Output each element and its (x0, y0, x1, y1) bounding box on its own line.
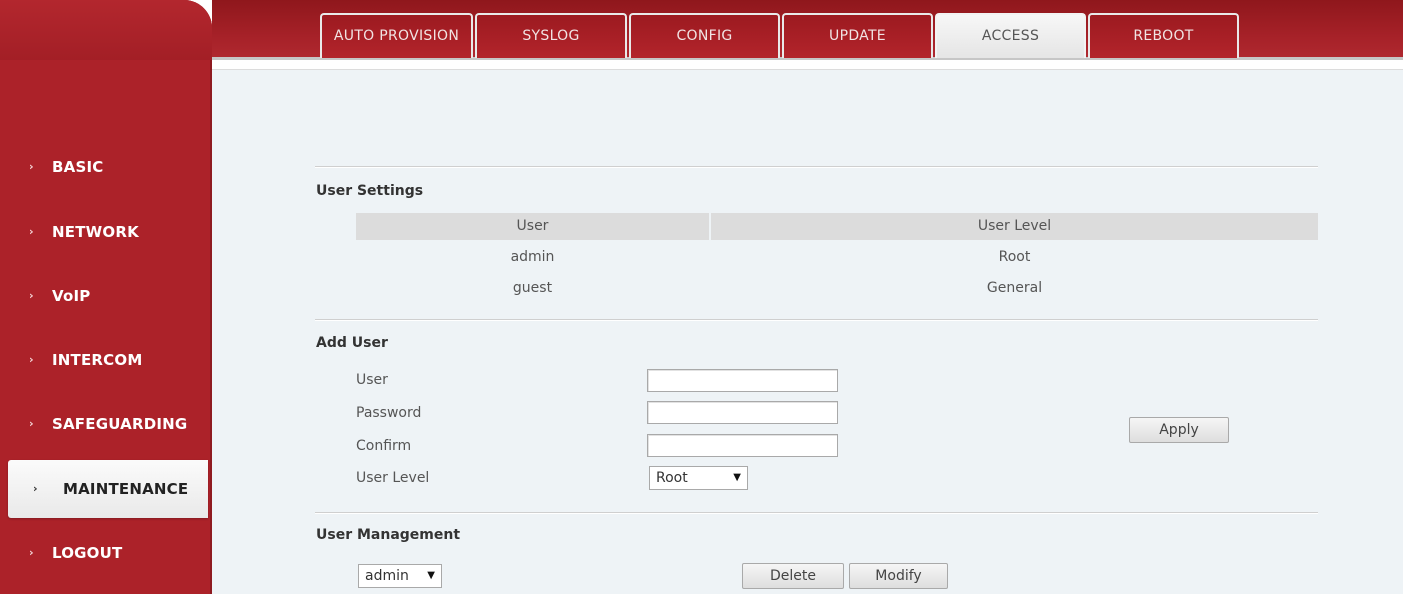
apply-button[interactable]: Apply (1129, 417, 1229, 443)
chevron-right-icon: › (29, 225, 34, 238)
user-level-selected-value: Root (656, 470, 688, 486)
tab-config[interactable]: CONFIG (629, 13, 780, 58)
table-cell-user-level: General (986, 280, 1043, 296)
dropdown-arrow-icon: ▼ (733, 472, 741, 483)
table-cell-user: admin (510, 249, 555, 265)
password-field-label: Password (356, 405, 422, 421)
tab-syslog[interactable]: SYSLOG (475, 13, 627, 58)
sidebar: › BASIC › NETWORK › VoIP › INTERCOM › SA… (0, 0, 212, 594)
user-level-field-label: User Level (356, 470, 430, 486)
user-settings-title: User Settings (316, 183, 424, 199)
user-field-label: User (356, 372, 388, 388)
sidebar-item-label: BASIC (52, 158, 104, 176)
sidebar-item-label: SAFEGUARDING (52, 415, 188, 433)
sidebar-item-network[interactable]: › NETWORK (0, 212, 208, 252)
user-management-select[interactable]: admin ▼ (358, 564, 442, 588)
modify-button[interactable]: Modify (849, 563, 948, 589)
chevron-right-icon: › (29, 353, 34, 366)
sidebar-item-label: MAINTENANCE (63, 480, 189, 498)
divider (315, 512, 1318, 514)
chevron-right-icon: › (29, 289, 34, 302)
password-input[interactable] (647, 401, 838, 424)
column-header-user: User (356, 213, 709, 240)
table-cell-user: guest (512, 280, 553, 296)
tab-update[interactable]: UPDATE (782, 13, 933, 58)
chevron-right-icon: › (29, 160, 34, 173)
sidebar-item-logout[interactable]: › LOGOUT (0, 533, 208, 573)
sidebar-item-safeguarding[interactable]: › SAFEGUARDING (0, 404, 208, 444)
table-cell-user-level: Root (998, 249, 1031, 265)
tab-reboot[interactable]: REBOOT (1088, 13, 1239, 58)
user-level-select[interactable]: Root ▼ (649, 466, 748, 490)
divider (315, 319, 1318, 321)
sidebar-item-intercom[interactable]: › INTERCOM (0, 340, 208, 380)
sidebar-item-label: VoIP (52, 287, 91, 305)
sidebar-item-label: LOGOUT (52, 544, 123, 562)
chevron-right-icon: › (29, 546, 34, 559)
delete-button[interactable]: Delete (742, 563, 844, 589)
sidebar-item-basic[interactable]: › BASIC (0, 147, 208, 187)
dropdown-arrow-icon: ▼ (427, 570, 435, 581)
chevron-right-icon: › (29, 417, 34, 430)
divider (315, 166, 1318, 168)
sidebar-item-voip[interactable]: › VoIP (0, 276, 208, 316)
sidebar-item-maintenance[interactable]: › MAINTENANCE (8, 460, 208, 518)
chevron-right-icon: › (33, 482, 38, 495)
content-panel (212, 69, 1403, 594)
add-user-title: Add User (316, 335, 388, 351)
user-input[interactable] (647, 369, 838, 392)
tab-auto-provision[interactable]: AUTO PROVISION (320, 13, 473, 58)
user-management-selected-value: admin (365, 568, 409, 584)
column-header-user-level: User Level (711, 213, 1318, 240)
confirm-password-input[interactable] (647, 434, 838, 457)
sidebar-item-label: NETWORK (52, 223, 139, 241)
user-management-title: User Management (316, 527, 461, 543)
sidebar-item-label: INTERCOM (52, 351, 143, 369)
tab-access[interactable]: ACCESS (935, 13, 1086, 58)
app-root: › BASIC › NETWORK › VoIP › INTERCOM › SA… (0, 0, 1403, 594)
confirm-field-label: Confirm (356, 438, 412, 454)
